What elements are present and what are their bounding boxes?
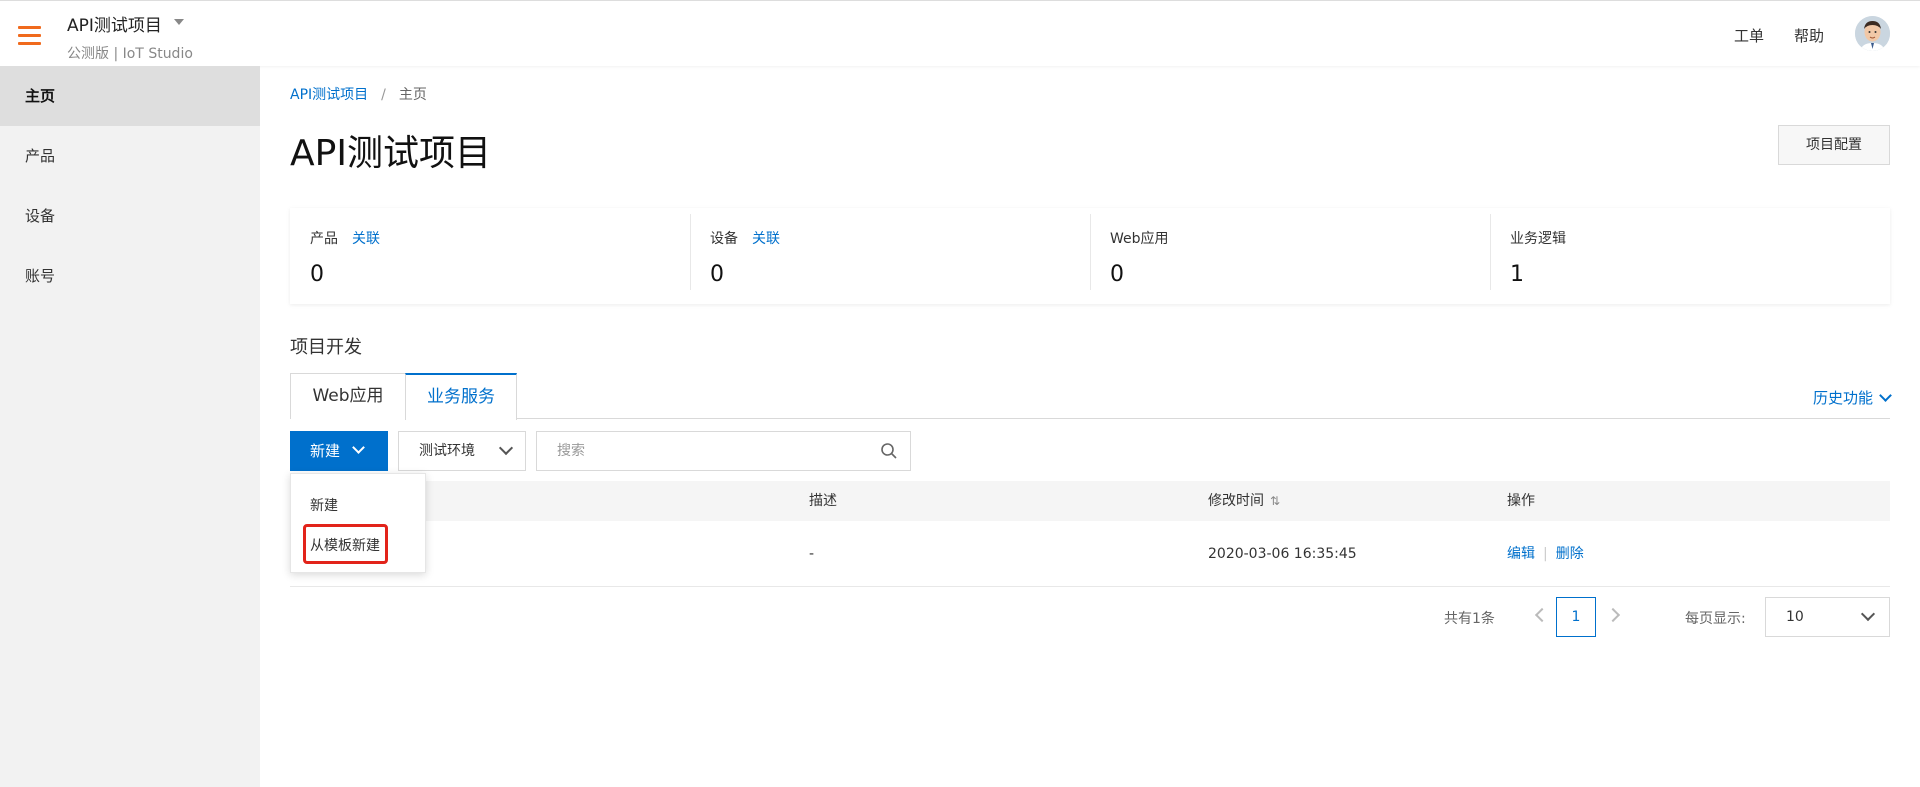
tab-web-apps[interactable]: Web应用 — [290, 373, 406, 419]
chevron-down-icon — [1860, 606, 1876, 622]
edit-link[interactable]: 编辑 — [1507, 546, 1535, 562]
project-config-button[interactable]: 项目配置 — [1778, 125, 1890, 165]
breadcrumb-separator: / — [381, 87, 386, 103]
sidebar-item-home[interactable]: 主页 — [0, 66, 260, 126]
search-box — [536, 431, 911, 471]
breadcrumb: API测试项目 / 主页 — [290, 84, 427, 104]
delete-link[interactable]: 删除 — [1556, 546, 1584, 562]
page-number[interactable]: 1 — [1556, 597, 1596, 637]
table-header: 描述 修改时间 ⇅ 操作 — [290, 481, 1890, 521]
caret-down-icon[interactable] — [174, 19, 184, 25]
column-header-modified[interactable]: 修改时间 ⇅ — [1208, 481, 1280, 521]
project-subtitle: 公测版 | IoT Studio — [67, 46, 193, 62]
search-icon[interactable] — [880, 442, 898, 460]
stat-devices: 设备 关联 0 — [690, 208, 1090, 304]
stat-label: 产品 — [310, 231, 338, 247]
chevron-down-icon — [352, 441, 365, 454]
prev-page-icon[interactable] — [1534, 607, 1550, 623]
top-header: API测试项目 公测版 | IoT Studio 工单 帮助 — [0, 0, 1920, 66]
next-page-icon[interactable] — [1605, 607, 1621, 623]
new-dropdown-menu: 新建 从模板新建 — [290, 473, 426, 573]
stat-label: Web应用 — [1110, 231, 1169, 247]
per-page-select[interactable]: 10 — [1765, 597, 1890, 637]
stat-business-logic: 业务逻辑 1 — [1490, 208, 1890, 304]
menu-item-new[interactable]: 新建 — [310, 495, 338, 515]
chevron-down-icon — [498, 440, 514, 456]
total-count: 共有1条 — [1444, 611, 1495, 627]
table-row: - 2020-03-06 16:35:45 编辑 | 删除 — [290, 521, 1890, 587]
page-title: API测试项目 — [290, 133, 491, 174]
sort-icon[interactable]: ⇅ — [1270, 481, 1280, 521]
services-table: 描述 修改时间 ⇅ 操作 - 2020-03-06 16:35:45 编辑 | 删除 — [290, 481, 1890, 587]
cell-modified: 2020-03-06 16:35:45 — [1208, 546, 1357, 562]
sidebar-item-products[interactable]: 产品 — [0, 126, 260, 186]
stat-value: 0 — [1110, 262, 1124, 287]
cell-actions: 编辑 | 删除 — [1507, 521, 1584, 587]
cell-description: - — [809, 546, 815, 562]
user-avatar[interactable] — [1855, 16, 1890, 51]
per-page-value: 10 — [1786, 609, 1804, 625]
stat-label: 业务逻辑 — [1510, 231, 1566, 247]
column-header-description: 描述 — [809, 493, 837, 509]
pagination: 共有1条 1 每页显示: 10 — [0, 597, 1920, 637]
stat-value: 1 — [1510, 262, 1524, 287]
sidebar: 主页 产品 设备 账号 — [0, 66, 260, 787]
stat-label: 设备 — [710, 231, 738, 247]
chevron-down-icon — [1879, 389, 1892, 402]
menu-item-new-from-template[interactable]: 从模板新建 — [310, 535, 380, 555]
help-link[interactable]: 帮助 — [1794, 25, 1824, 46]
dev-tabs: Web应用 业务服务 历史功能 — [290, 373, 1892, 420]
search-input[interactable] — [537, 432, 857, 470]
sidebar-item-accounts[interactable]: 账号 — [0, 246, 260, 306]
environment-value: 测试环境 — [419, 443, 475, 459]
history-label: 历史功能 — [1812, 389, 1873, 407]
per-page-label: 每页显示: — [1685, 611, 1746, 627]
breadcrumb-project-link[interactable]: API测试项目 — [290, 87, 368, 103]
column-header-actions: 操作 — [1507, 493, 1535, 509]
stat-value: 0 — [310, 262, 324, 287]
stat-products: 产品 关联 0 — [290, 208, 690, 304]
new-button[interactable]: 新建 — [290, 431, 388, 471]
history-features-link[interactable]: 历史功能 — [1812, 387, 1892, 408]
devices-link[interactable]: 关联 — [752, 231, 780, 247]
project-title[interactable]: API测试项目 — [67, 11, 162, 36]
stat-web-apps: Web应用 0 — [1090, 208, 1490, 304]
new-button-label: 新建 — [310, 442, 341, 460]
column-header-modified-label: 修改时间 — [1208, 493, 1264, 509]
environment-select[interactable]: 测试环境 — [398, 431, 526, 471]
products-link[interactable]: 关联 — [352, 231, 380, 247]
stats-panel: 产品 关联 0 设备 关联 0 Web应用 0 业务逻辑 1 — [290, 208, 1890, 304]
section-title: 项目开发 — [290, 337, 362, 358]
tab-business-services[interactable]: 业务服务 — [405, 373, 517, 420]
breadcrumb-current: 主页 — [398, 87, 427, 103]
action-divider: | — [1543, 546, 1548, 562]
sidebar-item-devices[interactable]: 设备 — [0, 186, 260, 246]
menu-icon[interactable] — [18, 26, 41, 45]
ticket-link[interactable]: 工单 — [1734, 25, 1764, 46]
stat-value: 0 — [710, 262, 724, 287]
